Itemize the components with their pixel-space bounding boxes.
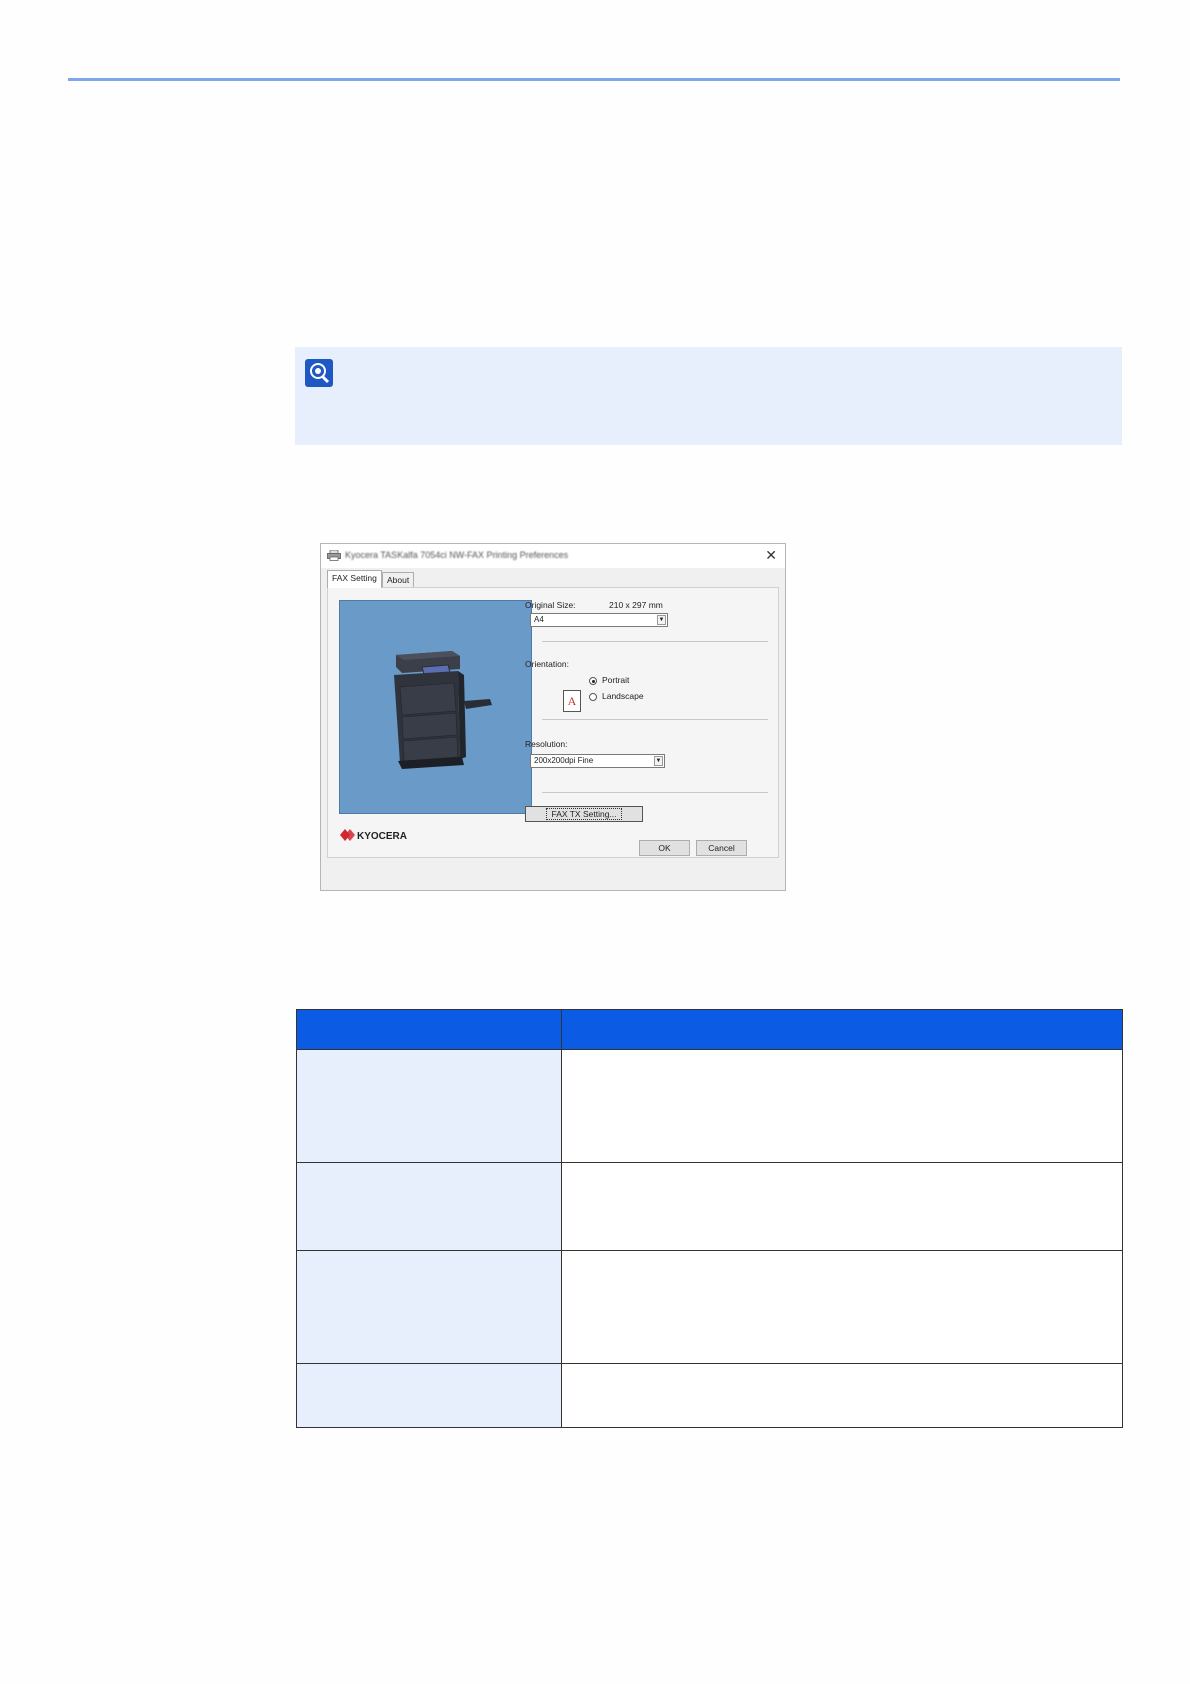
ok-button[interactable]: OK [639,840,690,856]
table-row [296,1162,1123,1251]
landscape-label: Landscape [602,691,644,701]
dialog-titlebar: Kyocera TASKalfa 7054ci NW-FAX Printing … [321,544,785,568]
original-size-select[interactable]: A4 ▼ [530,613,668,627]
header-rule [68,78,1120,81]
table-cell-value [561,1162,1123,1251]
table-header-cell [561,1009,1123,1050]
resolution-select[interactable]: 200x200dpi Fine ▼ [530,754,665,768]
dialog-title: Kyocera TASKalfa 7054ci NW-FAX Printing … [345,550,569,560]
table-cell-key [296,1250,562,1364]
printer-icon [327,550,341,561]
table-cell-key [296,1049,562,1163]
portrait-page-icon: A [563,690,581,712]
orientation-label: Orientation: [525,659,569,669]
table-cell-value [561,1049,1123,1163]
table-cell-key [296,1363,562,1428]
chevron-down-icon: ▼ [654,756,663,766]
note-icon [305,359,333,387]
table-row [296,1250,1123,1364]
printing-preferences-dialog: Kyocera TASKalfa 7054ci NW-FAX Printing … [320,543,786,891]
fax-tx-setting-button[interactable]: FAX TX Setting... [525,806,643,822]
resolution-label: Resolution: [525,739,568,749]
table-cell-value [561,1363,1123,1428]
note-box [295,347,1122,445]
divider [542,792,768,793]
close-icon[interactable]: ✕ [765,547,777,564]
table-cell-value [561,1250,1123,1364]
portrait-label: Portrait [602,675,630,685]
table-header-row [296,1009,1123,1050]
original-size-label: Original Size: [525,600,576,610]
table-row [296,1363,1123,1428]
table-header-cell [296,1009,562,1050]
settings-table [296,1009,1123,1428]
cancel-button[interactable]: Cancel [696,840,747,856]
table-row [296,1049,1123,1163]
resolution-value: 200x200dpi Fine [534,756,594,765]
portrait-radio[interactable] [589,677,597,685]
svg-text:KYOCERA: KYOCERA [357,831,407,842]
kyocera-logo: KYOCERA [339,827,409,845]
tab-about[interactable]: About [382,572,415,587]
original-size-dimensions: 210 x 297 mm [609,600,663,610]
landscape-radio[interactable] [589,693,597,701]
printer-preview [339,600,532,814]
tab-fax-setting[interactable]: FAX Setting [327,570,382,588]
divider [542,641,768,642]
table-cell-key [296,1162,562,1251]
chevron-down-icon: ▼ [657,615,666,625]
divider [542,719,768,720]
original-size-value: A4 [534,615,544,624]
